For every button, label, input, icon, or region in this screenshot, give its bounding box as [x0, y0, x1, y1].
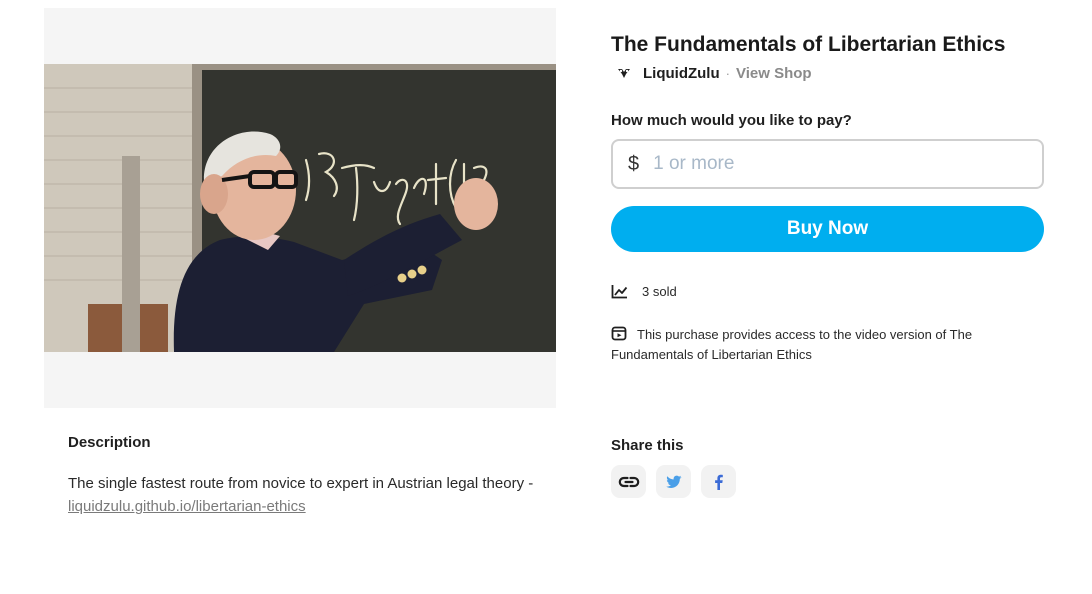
sold-count: 3 sold — [642, 284, 677, 299]
seller-row: LiquidZulu · View Shop — [611, 64, 1044, 82]
description-text: The single fastest route from novice to … — [68, 472, 538, 518]
price-input[interactable] — [653, 153, 1014, 175]
access-text: This purchase provides access to the vid… — [611, 327, 973, 362]
price-field[interactable]: $ — [611, 139, 1044, 189]
seller-name[interactable]: LiquidZulu — [643, 65, 720, 82]
share-facebook-button[interactable] — [701, 465, 736, 498]
access-info: This purchase provides access to the vid… — [611, 325, 1044, 365]
share-buttons — [611, 465, 736, 498]
share-twitter-button[interactable] — [656, 465, 691, 498]
product-media-panel — [44, 8, 556, 408]
buy-now-button[interactable]: Buy Now — [611, 206, 1044, 252]
link-icon — [618, 476, 639, 487]
chart-line-icon — [611, 285, 628, 299]
share-heading: Share this — [611, 437, 684, 454]
description-link[interactable]: liquidzulu.github.io/libertarian-ethics — [68, 498, 306, 515]
share-link-button[interactable] — [611, 465, 646, 498]
facebook-icon — [715, 474, 723, 490]
seller-separator: · — [725, 65, 730, 81]
view-shop-link[interactable]: View Shop — [736, 65, 812, 82]
description-heading: Description — [68, 434, 151, 451]
description-section: Description The single fastest route fro… — [68, 434, 538, 518]
product-image[interactable] — [44, 64, 556, 352]
description-body: The single fastest route from novice to … — [68, 475, 534, 492]
price-label: How much would you like to pay? — [611, 112, 852, 129]
product-title: The Fundamentals of Libertarian Ethics — [611, 33, 1006, 56]
share-section: Share this — [611, 438, 736, 498]
sold-count-row: 3 sold — [611, 284, 1044, 299]
seller-logo-icon[interactable] — [617, 66, 631, 80]
currency-symbol: $ — [628, 152, 640, 175]
video-box-icon — [611, 326, 627, 341]
product-details: The Fundamentals of Libertarian Ethics L… — [611, 32, 1044, 365]
twitter-icon — [665, 475, 681, 488]
